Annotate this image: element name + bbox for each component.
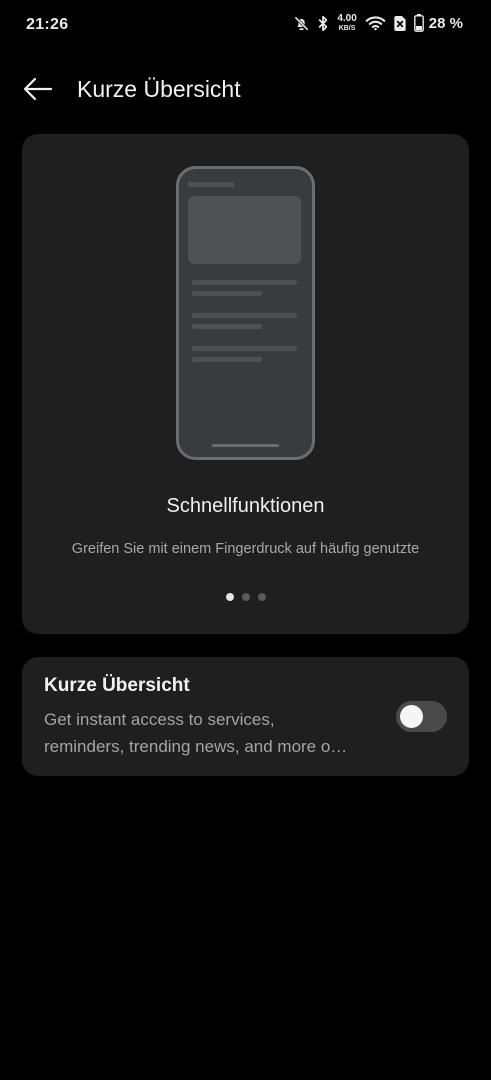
feature-description: Greifen Sie mit einem Fingerdruck auf hä…	[71, 541, 420, 557]
pager-dot-1[interactable]	[225, 593, 234, 601]
setting-description: Get instant access to services, reminder…	[44, 706, 379, 760]
net-speed-value: 4.00	[337, 13, 357, 24]
setting-card-kurze-uebersicht[interactable]: Kurze Übersicht Get instant access to se…	[22, 657, 469, 776]
net-speed-unit: KB/S	[338, 25, 356, 32]
setting-title: Kurze Übersicht	[44, 675, 190, 696]
page-title: Kurze Übersicht	[77, 76, 241, 102]
pager-dots[interactable]	[22, 593, 469, 601]
feature-title: Schnellfunktionen	[166, 495, 325, 517]
preview-card[interactable]: Schnellfunktionen Greifen Sie mit einem …	[22, 134, 469, 634]
phone-illustration	[176, 166, 315, 460]
net-speed: 4.00 KB/S	[337, 13, 357, 33]
sim-off-icon	[393, 15, 407, 32]
bell-muted-icon	[293, 15, 310, 32]
status-bar: 21:26 4.00 KB/S 28 %	[0, 0, 491, 52]
battery-percent: 28 %	[428, 14, 463, 32]
pager-dot-3[interactable]	[257, 593, 266, 601]
header: Kurze Übersicht	[0, 66, 491, 116]
bluetooth-icon	[317, 15, 329, 32]
toggle-knob	[400, 705, 423, 728]
pager-dot-2[interactable]	[241, 593, 250, 601]
back-button[interactable]	[20, 74, 56, 108]
battery-icon	[413, 14, 424, 32]
setting-description-line-2: reminders, trending news, and more o…	[44, 737, 348, 756]
status-time: 21:26	[26, 16, 69, 33]
kurze-uebersicht-toggle[interactable]	[396, 701, 447, 732]
wifi-icon	[365, 15, 386, 31]
status-icons: 4.00 KB/S 28 %	[293, 14, 463, 32]
setting-description-line-1: Get instant access to services,	[44, 710, 275, 729]
arrow-left-icon	[23, 77, 53, 106]
